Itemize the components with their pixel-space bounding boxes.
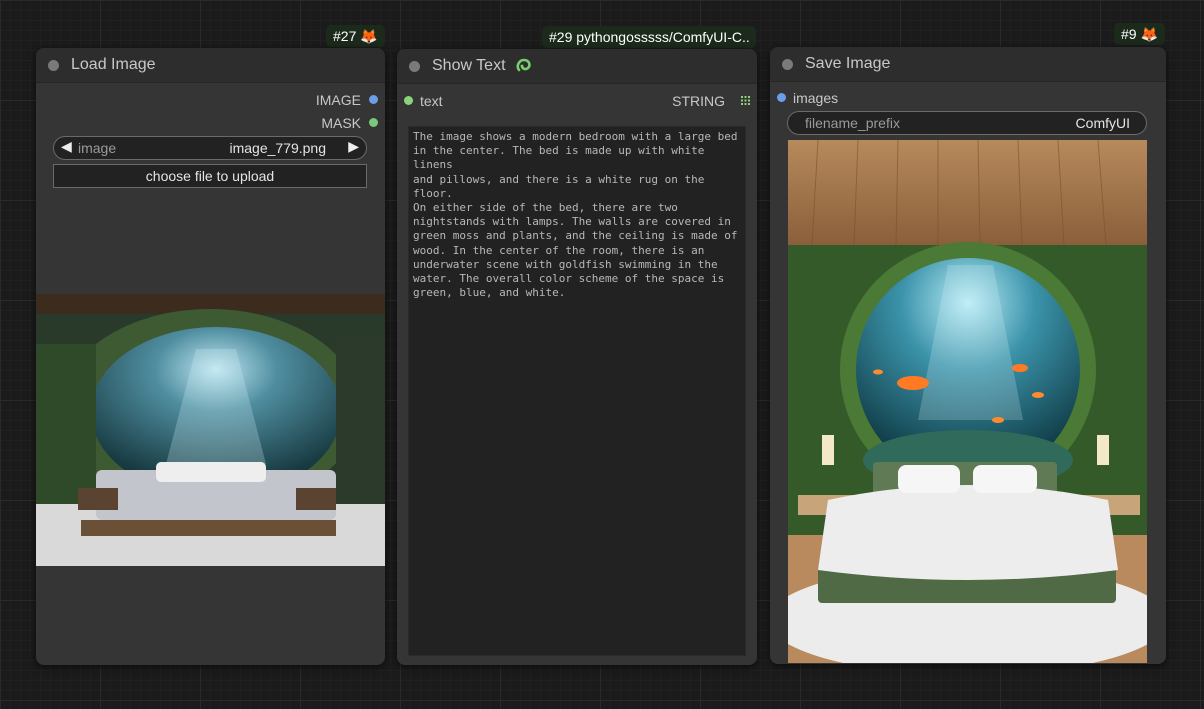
show-text-node[interactable]: Show Text text STRING The image shows a … bbox=[397, 49, 757, 665]
loaded-image-preview bbox=[36, 294, 385, 566]
node-header[interactable]: Load Image bbox=[36, 48, 385, 83]
collapse-dot[interactable] bbox=[409, 61, 420, 72]
image-widget-label: image bbox=[78, 140, 117, 156]
output-mask-label: MASK bbox=[321, 115, 361, 131]
filename-prefix-value: ComfyUI bbox=[1075, 115, 1130, 131]
filename-prefix-widget[interactable]: filename_prefix ComfyUI bbox=[787, 111, 1147, 135]
save-image-node[interactable]: Save Image images filename_prefix ComfyU… bbox=[770, 47, 1166, 664]
node-badge-9: #9 🦊 bbox=[1114, 23, 1165, 45]
output-image-slot[interactable] bbox=[369, 95, 378, 104]
collapse-dot[interactable] bbox=[782, 59, 793, 70]
input-text-slot[interactable] bbox=[404, 96, 413, 105]
node-badge-27: #27 🦊 bbox=[326, 25, 385, 47]
prev-arrow-icon[interactable]: ◀ bbox=[61, 138, 72, 155]
filename-prefix-label: filename_prefix bbox=[805, 115, 900, 131]
output-image-label: IMAGE bbox=[315, 92, 361, 108]
node-header[interactable]: Save Image bbox=[770, 47, 1166, 82]
text-display-area[interactable]: The image shows a modern bedroom with a … bbox=[408, 126, 746, 656]
upload-button[interactable]: choose file to upload bbox=[53, 164, 367, 188]
node-header[interactable]: Show Text bbox=[397, 49, 757, 84]
input-text-label: text bbox=[420, 93, 443, 109]
output-list-grid-icon[interactable] bbox=[741, 96, 750, 105]
input-images-slot[interactable] bbox=[777, 93, 786, 102]
collapse-dot[interactable] bbox=[48, 60, 59, 71]
image-widget-value: image_779.png bbox=[229, 140, 326, 156]
node-badge-29: #29 pythongosssss/ComfyUI-C.. bbox=[542, 26, 756, 48]
image-combo-widget[interactable]: ◀ image image_779.png ▶ bbox=[53, 136, 367, 160]
node-title: Show Text bbox=[432, 57, 506, 74]
load-image-node[interactable]: Load Image IMAGE MASK ◀ image image_779.… bbox=[36, 48, 385, 665]
saved-image-preview bbox=[788, 140, 1147, 663]
output-mask-slot[interactable] bbox=[369, 118, 378, 127]
node-title: Load Image bbox=[71, 56, 156, 73]
input-images-label: images bbox=[793, 90, 839, 106]
output-string-label: STRING bbox=[672, 93, 725, 109]
node-title: Save Image bbox=[805, 55, 891, 72]
next-arrow-icon[interactable]: ▶ bbox=[348, 138, 359, 155]
pysssss-snake-icon bbox=[516, 58, 531, 72]
